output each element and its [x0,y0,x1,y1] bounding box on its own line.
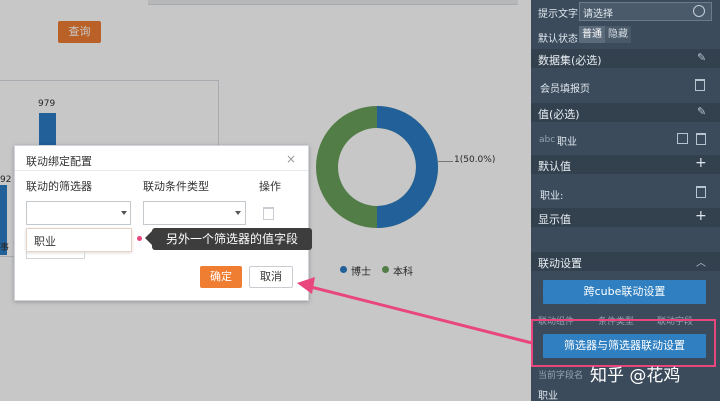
edit-icon[interactable]: ✎ [697,105,706,118]
close-icon[interactable]: × [286,152,296,166]
cube-link-button[interactable]: 跨cube联动设置 [543,280,706,304]
link-settings-header: 联动设置 ︿ [531,252,720,271]
add-icon[interactable]: + [695,155,707,171]
hint-text-input[interactable]: 请选择 [579,2,712,21]
hint-text-placeholder: 请选择 [583,9,613,20]
chevron-down-icon [235,211,241,215]
value-item: 职业 [557,137,577,148]
cancel-button[interactable]: 取消 [249,266,293,288]
dropdown-option-occupation[interactable]: 职业 [34,233,56,249]
current-field-label: 当前字段名 [538,371,584,381]
dataset-header-label: 数据集(必选) [538,54,602,67]
link-settings-header-label: 联动设置 [538,257,582,270]
trash-icon[interactable] [695,79,705,91]
col-header-action: 操作 [259,180,281,193]
trash-icon[interactable] [696,133,706,145]
col-header-condition: 联动条件类型 [143,180,209,193]
chevron-up-icon[interactable]: ︿ [696,254,706,269]
default-value-header: 默认值 + [531,155,720,174]
col-header-filter: 联动的筛选器 [26,180,92,193]
edit-icon[interactable]: ✎ [697,51,706,64]
display-value-header: 显示值 + [531,208,720,227]
current-field-value: 职业 [538,391,558,402]
hint-text-label: 提示文字 [538,9,578,20]
edit-field-icon[interactable] [677,133,688,144]
watermark: 知乎 @花鸡 [590,366,681,386]
state-hidden-toggle[interactable]: 隐藏 [605,26,631,43]
highlight-box [531,319,716,367]
value-header: 值(必选) ✎ [531,103,720,122]
default-value-header-label: 默认值 [538,160,571,173]
add-icon[interactable]: + [695,208,707,224]
chevron-down-icon [121,211,127,215]
link-binding-dialog: 联动绑定配置 × 联动的筛选器 联动条件类型 操作 职业 确定 取消 [14,145,309,301]
confirm-button[interactable]: 确定 [200,266,242,288]
annotation-dot [137,236,142,241]
value-header-label: 值(必选) [538,108,580,121]
default-value-item: 职业: [540,191,564,202]
property-panel: 提示文字 请选择 默认状态 普通 隐藏 数据集(必选) ✎ 会员填报页 值(必选… [531,0,720,402]
condition-type-select[interactable] [143,201,246,225]
dataset-item: 会员填报页 [540,84,590,95]
tooltip-arrow [145,231,152,245]
default-state-label: 默认状态 [538,34,578,45]
field-type-icon: abc [539,135,556,145]
display-value-header-label: 显示值 [538,213,571,226]
delete-row-icon[interactable] [263,207,274,220]
dataset-header: 数据集(必选) ✎ [531,49,720,68]
globe-icon [693,5,705,17]
annotation-tooltip: 另外一个筛选器的值字段 [152,228,312,250]
add-row-button-partial[interactable] [26,251,85,259]
dialog-title-divider [15,170,308,171]
trash-icon[interactable] [696,186,706,198]
annotation-arrow [297,277,533,345]
filter-select[interactable] [26,201,131,225]
dialog-title: 联动绑定配置 [26,155,92,168]
state-normal-toggle[interactable]: 普通 [579,26,605,43]
